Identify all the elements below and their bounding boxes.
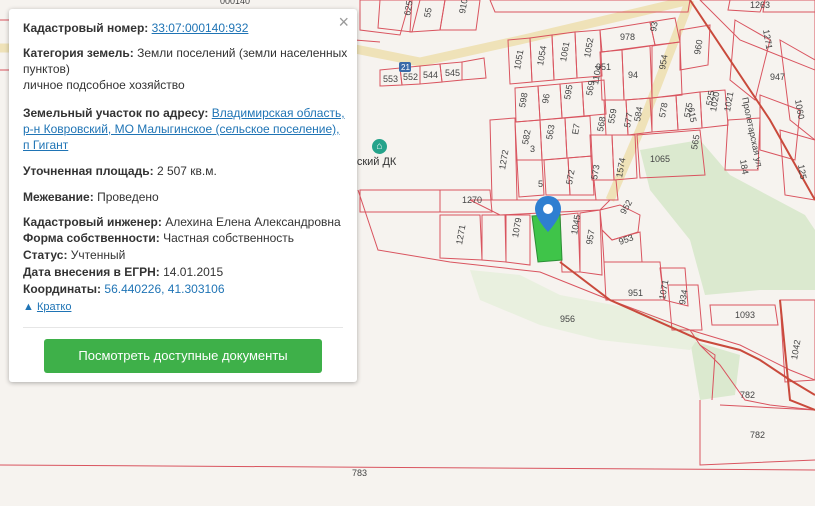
cadastral-number-label: Кадастровый номер: bbox=[23, 21, 149, 35]
parcel-number-label: 957 bbox=[584, 229, 596, 246]
parcel-number-label: 598 bbox=[517, 92, 529, 109]
location-pin-icon[interactable] bbox=[535, 196, 561, 237]
parcel-number-label: 782 bbox=[740, 390, 755, 400]
parcel-number-label: 96 bbox=[540, 93, 552, 105]
parcel-number-label: 573 bbox=[589, 164, 601, 181]
landmark-icon[interactable]: ⌂ bbox=[372, 139, 387, 154]
collapse-toggle[interactable]: ▲ Кратко bbox=[23, 301, 71, 313]
parcel-number-label: 1020 bbox=[708, 91, 721, 112]
parcel-number-label: 1051 bbox=[512, 49, 525, 70]
land-category-row: Категория земель: Земли поселений (земли… bbox=[23, 45, 349, 93]
parcel-number-label: 1093 bbox=[735, 310, 755, 320]
parcel-number-label: 3 bbox=[530, 144, 535, 154]
parcel-number-label: 1272 bbox=[497, 149, 510, 170]
parcel-number-label: 582 bbox=[520, 129, 532, 146]
address-label: Земельный участок по адресу: bbox=[23, 106, 209, 120]
parcel-number-label: 563 bbox=[544, 124, 556, 141]
parcel-number-label: 577 bbox=[622, 112, 634, 129]
collapse-link[interactable]: Кратко bbox=[37, 301, 72, 313]
parcel-number-label: 595 bbox=[562, 84, 574, 101]
parcel-number-label: 569 bbox=[584, 80, 596, 97]
status-label: Статус: bbox=[23, 248, 68, 262]
area-label: Уточненная площадь: bbox=[23, 164, 154, 178]
parcel-number-label: 1071 bbox=[657, 279, 670, 300]
parcel-number-label: 578 bbox=[657, 102, 669, 119]
parcel-number-label: 782 bbox=[750, 430, 765, 440]
ownership-label: Форма собственности: bbox=[23, 231, 160, 245]
egrn-date-row: Дата внесения в ЕГРН: 14.01.2015 bbox=[23, 264, 349, 280]
parcel-number-label: 000140 bbox=[220, 0, 250, 6]
ownership-row: Форма собственности: Частная собственнос… bbox=[23, 230, 349, 246]
status-row: Статус: Учтенный bbox=[23, 247, 349, 263]
parcel-number-label: 572 bbox=[564, 169, 576, 186]
parcel-number-label: 951 bbox=[628, 288, 643, 298]
parcel-number-label: 1052 bbox=[582, 37, 595, 58]
parcel-number-label: 783 bbox=[352, 468, 367, 478]
parcel-number-label: 1263 bbox=[750, 0, 770, 10]
parcel-number-label: 1271 bbox=[761, 29, 774, 50]
parcel-number-label: 553 bbox=[383, 74, 398, 84]
engineer-value: Алехина Елена Александровна bbox=[165, 215, 341, 229]
parcel-number-label: 947 bbox=[770, 72, 785, 82]
parcel-number-label: 625 bbox=[402, 0, 414, 16]
parcel-number-label: 1270 bbox=[462, 195, 482, 205]
parcel-number-label: E7 bbox=[570, 123, 582, 136]
land-use-value: личное подсобное хозяйство bbox=[23, 78, 185, 92]
survey-value: Проведено bbox=[97, 190, 159, 204]
coords-row: Координаты: 56.440226, 41.303106 bbox=[23, 281, 349, 297]
parcel-number-label: 544 bbox=[423, 70, 438, 80]
survey-label: Межевание: bbox=[23, 190, 94, 204]
parcel-number-label: 545 bbox=[445, 68, 460, 78]
parcel-number-label: 978 bbox=[620, 32, 635, 42]
cadastral-number-link[interactable]: 33:07:000140:932 bbox=[152, 21, 249, 35]
parcel-number-label: 1061 bbox=[558, 41, 571, 62]
parcel-number-label: 1271 bbox=[454, 224, 467, 245]
engineer-row: Кадастровый инженер: Алехина Елена Алекс… bbox=[23, 214, 349, 230]
parcel-number-label: 552 bbox=[403, 72, 418, 82]
parcel-number-label: 956 bbox=[560, 314, 575, 324]
engineer-label: Кадастровый инженер: bbox=[23, 215, 162, 229]
cadastral-number-row: Кадастровый номер: 33:07:000140:932 bbox=[23, 20, 349, 36]
ownership-value: Частная собственность bbox=[163, 231, 295, 245]
parcel-number-label: 1042 bbox=[789, 339, 802, 360]
parcel-number-label: 559 bbox=[606, 108, 618, 125]
status-value: Учтенный bbox=[70, 248, 126, 262]
parcel-number-label: 5 bbox=[538, 179, 543, 189]
egrn-date-value: 14.01.2015 bbox=[163, 265, 224, 279]
parcel-number-label: 953 bbox=[617, 232, 635, 247]
parcel-number-label: 1021 bbox=[722, 91, 735, 112]
divider bbox=[23, 327, 343, 328]
parcel-number-label: 93 bbox=[648, 21, 660, 33]
parcel-number-label: 952 bbox=[618, 198, 634, 216]
parcel-number-label: 1065 bbox=[650, 154, 670, 164]
parcel-number-label: 1054 bbox=[535, 45, 548, 66]
coords-label: Координаты: bbox=[23, 282, 102, 296]
egrn-date-label: Дата внесения в ЕГРН: bbox=[23, 265, 160, 279]
coords-value[interactable]: 56.440226, 41.303106 bbox=[104, 282, 224, 296]
parcel-number-label: 960 bbox=[692, 39, 704, 56]
parcel-number-label: 184 bbox=[738, 159, 750, 176]
parcel-number-label: 1060 bbox=[793, 99, 806, 120]
road-number-badge: 21 bbox=[401, 63, 410, 72]
parcel-number-label: 1079 bbox=[510, 217, 523, 238]
parcel-number-label: 55 bbox=[422, 7, 434, 19]
survey-row: Межевание: Проведено bbox=[23, 189, 349, 205]
parcel-number-label: 125 bbox=[796, 164, 808, 181]
area-row: Уточненная площадь: 2 507 кв.м. bbox=[23, 163, 349, 179]
parcel-number-label: 910 bbox=[457, 0, 469, 14]
view-documents-button[interactable]: Посмотреть доступные документы bbox=[44, 339, 322, 373]
land-category-label: Категория земель: bbox=[23, 46, 134, 60]
chevron-up-icon: ▲ bbox=[23, 301, 34, 313]
parcel-info-popup: × Кадастровый номер: 33:07:000140:932 Ка… bbox=[9, 9, 357, 382]
parcel-number-label: 94 bbox=[628, 70, 638, 80]
address-row: Земельный участок по адресу: Владимирска… bbox=[23, 105, 349, 153]
area-value: 2 507 кв.м. bbox=[156, 164, 217, 178]
